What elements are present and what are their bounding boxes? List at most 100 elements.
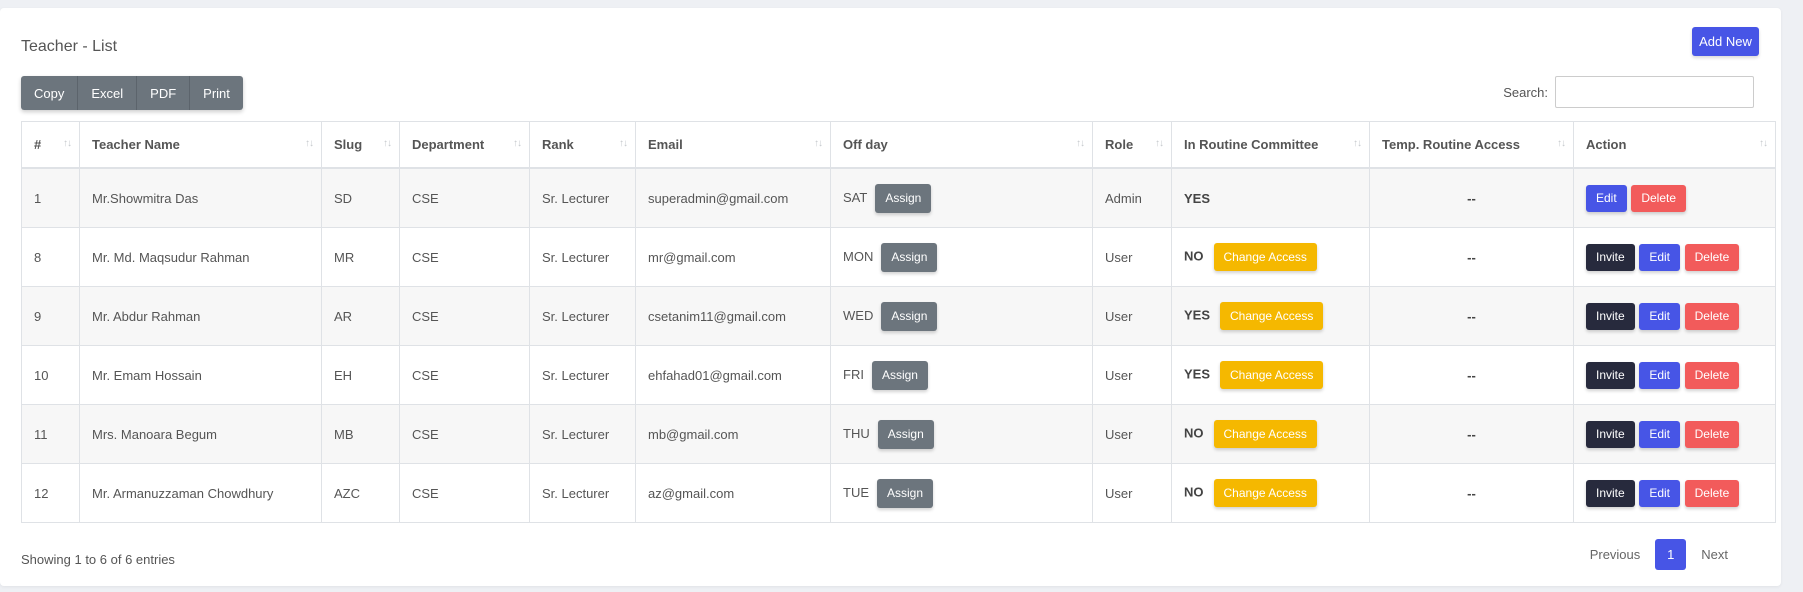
routine-committee-cell: YES <box>1171 167 1370 228</box>
teacher-role: User <box>1092 404 1172 464</box>
change-access-button[interactable]: Change Access <box>1220 361 1324 389</box>
change-access-button[interactable]: Change Access <box>1213 479 1317 507</box>
column-header-routine-committee[interactable]: In Routine Committee ↑↓ <box>1171 121 1370 169</box>
change-access-button[interactable]: Change Access <box>1213 243 1317 271</box>
change-access-button[interactable]: Change Access <box>1220 302 1324 330</box>
off-day-cell: THU Assign <box>830 404 1093 464</box>
teacher-slug: EH <box>321 345 400 405</box>
column-header-teacher-name[interactable]: Teacher Name ↑↓ <box>79 121 322 169</box>
delete-button[interactable]: Delete <box>1684 302 1740 330</box>
table-row: 12 Mr. Armanuzzaman Chowdhury AZC CSE Sr. Le… <box>21 463 1776 523</box>
column-header-temp-routine-access[interactable]: Temp. Routine Access ↑↓ <box>1369 121 1574 169</box>
teacher-slug: MR <box>321 227 400 287</box>
routine-committee-cell: YES Change Access <box>1171 286 1370 346</box>
assign-button[interactable]: Assign <box>877 478 934 508</box>
sort-icon: ↑↓ <box>513 138 522 149</box>
sort-icon: ↑↓ <box>1557 138 1566 149</box>
assign-button[interactable]: Assign <box>871 360 928 390</box>
teacher-name: Mr. Abdur Rahman <box>79 286 322 346</box>
delete-button[interactable]: Delete <box>1684 420 1740 448</box>
add-new-button[interactable]: Add New <box>1692 27 1759 56</box>
teacher-email: ehfahad01@gmail.com <box>635 345 831 405</box>
teacher-table: # ↑↓ Teacher Name ↑↓ Slug ↑↓ Department ↑↓ R… <box>21 121 1776 523</box>
off-day-cell: WED Assign <box>830 286 1093 346</box>
off-day-value: SAT <box>843 189 868 205</box>
teacher-role: User <box>1092 286 1172 346</box>
teacher-rank: Sr. Lecturer <box>529 345 636 405</box>
search-area: Search: <box>1503 76 1754 108</box>
off-day-cell: TUE Assign <box>830 463 1093 523</box>
edit-button[interactable]: Edit <box>1639 243 1680 271</box>
edit-button[interactable]: Edit <box>1639 302 1680 330</box>
pdf-button[interactable]: PDF <box>137 76 191 110</box>
invite-button[interactable]: Invite <box>1586 243 1635 271</box>
sort-icon: ↑↓ <box>305 138 314 149</box>
column-header-department[interactable]: Department ↑↓ <box>399 121 530 169</box>
delete-button[interactable]: Delete <box>1684 361 1740 389</box>
page-number-button[interactable]: 1 <box>1655 539 1687 570</box>
assign-button[interactable]: Assign <box>877 419 934 449</box>
table-row: 1 Mr.Showmitra Das SD CSE Sr. Lecturer supera… <box>21 167 1776 228</box>
print-button[interactable]: Print <box>190 76 243 110</box>
off-day-cell: MON Assign <box>830 227 1093 287</box>
column-header-slug[interactable]: Slug ↑↓ <box>321 121 400 169</box>
entries-info: Showing 1 to 6 of 6 entries <box>21 552 175 567</box>
table-body: 1 Mr.Showmitra Das SD CSE Sr. Lecturer supera… <box>21 167 1776 523</box>
off-day-value: FRI <box>843 366 864 382</box>
column-header-email[interactable]: Email ↑↓ <box>635 121 831 169</box>
teacher-email: superadmin@gmail.com <box>635 167 831 228</box>
table-row: 9 Mr. Abdur Rahman AR CSE Sr. Lecturer csetan… <box>21 286 1776 346</box>
edit-button[interactable]: Edit <box>1639 420 1680 448</box>
teacher-role: Admin <box>1092 167 1172 228</box>
teacher-list-card: Teacher - List Add New Copy Excel PDF Pr… <box>0 8 1781 586</box>
invite-button[interactable]: Invite <box>1586 420 1635 448</box>
next-page-button[interactable]: Next <box>1686 547 1743 562</box>
copy-button[interactable]: Copy <box>21 76 79 110</box>
sort-icon: ↑↓ <box>383 138 392 149</box>
invite-button[interactable]: Invite <box>1586 479 1635 507</box>
teacher-department: CSE <box>399 286 530 346</box>
column-header-rank[interactable]: Rank ↑↓ <box>529 121 636 169</box>
teacher-rank: Sr. Lecturer <box>529 286 636 346</box>
temp-routine-access: -- <box>1369 404 1574 464</box>
teacher-email: az@gmail.com <box>635 463 831 523</box>
edit-button[interactable]: Edit <box>1639 361 1680 389</box>
change-access-button[interactable]: Change Access <box>1213 420 1317 448</box>
committee-status: NO <box>1184 484 1204 500</box>
invite-button[interactable]: Invite <box>1586 302 1635 330</box>
temp-routine-access: -- <box>1369 463 1574 523</box>
sort-icon: ↑↓ <box>1076 138 1085 149</box>
edit-button[interactable]: Edit <box>1639 479 1680 507</box>
delete-button[interactable]: Delete <box>1684 479 1740 507</box>
off-day-cell: FRI Assign <box>830 345 1093 405</box>
action-cell: Invite Edit Delete <box>1573 286 1776 346</box>
invite-button[interactable]: Invite <box>1586 361 1635 389</box>
sort-icon: ↑↓ <box>1353 138 1362 149</box>
column-header-action[interactable]: Action ↑↓ <box>1573 121 1776 169</box>
table-header-row: # ↑↓ Teacher Name ↑↓ Slug ↑↓ Department ↑↓ R… <box>21 121 1776 169</box>
sort-icon: ↑↓ <box>63 138 72 149</box>
row-number: 12 <box>21 463 80 523</box>
edit-button[interactable]: Edit <box>1586 184 1627 212</box>
delete-button[interactable]: Delete <box>1684 243 1740 271</box>
assign-button[interactable]: Assign <box>875 183 932 213</box>
row-number: 11 <box>21 404 80 464</box>
assign-button[interactable]: Assign <box>881 301 938 331</box>
search-input[interactable] <box>1555 76 1754 108</box>
column-header-number[interactable]: # ↑↓ <box>21 121 80 169</box>
teacher-role: User <box>1092 463 1172 523</box>
teacher-slug: AR <box>321 286 400 346</box>
teacher-slug: MB <box>321 404 400 464</box>
excel-button[interactable]: Excel <box>78 76 138 110</box>
teacher-rank: Sr. Lecturer <box>529 404 636 464</box>
off-day-value: TUE <box>843 484 869 500</box>
column-header-off-day[interactable]: Off day ↑↓ <box>830 121 1093 169</box>
delete-button[interactable]: Delete <box>1631 184 1686 212</box>
teacher-name: Mr. Md. Maqsudur Rahman <box>79 227 322 287</box>
temp-routine-access: -- <box>1369 286 1574 346</box>
column-header-role[interactable]: Role ↑↓ <box>1092 121 1172 169</box>
previous-page-button[interactable]: Previous <box>1575 547 1656 562</box>
assign-button[interactable]: Assign <box>881 242 938 272</box>
row-number: 10 <box>21 345 80 405</box>
action-cell: Invite Edit Delete <box>1573 345 1776 405</box>
